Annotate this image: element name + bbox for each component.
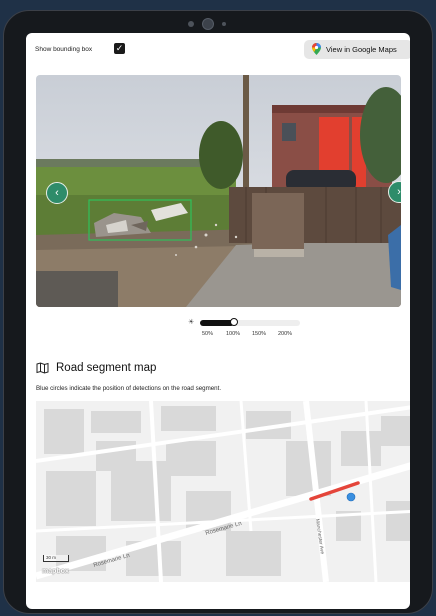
google-maps-label: View in Google Maps [326,45,397,54]
zoom-tick-label: 150% [252,331,267,337]
road-segment-map[interactable]: Rosemarie Ln Rosemarie Ln Manchester Ave… [36,401,410,582]
map-icon [36,362,49,374]
detection-marker[interactable] [346,492,356,502]
previous-image-button[interactable]: ‹ [46,182,68,204]
detection-photo: ‹ › [36,75,401,307]
google-maps-pin-icon [312,43,321,55]
map-scale: 30 m [43,555,69,562]
sensor-icon [222,22,226,26]
sensor-icon [188,21,194,27]
camera-icon [202,18,214,30]
zoom-tick-label: 100% [226,331,241,337]
tablet-frame: Show bounding box ✓ View in Google Maps [3,10,433,614]
bounding-box-label: Show bounding box [35,46,93,53]
camera-bar [4,17,432,31]
zoom-slider-area: ☀ 50% 100% 150% 200% [26,315,410,345]
checkmark-icon: ✓ [115,43,124,53]
app-screen: Show bounding box ✓ View in Google Maps [26,33,410,609]
mapbox-logo: mapbox [42,568,69,575]
brightness-icon: ☀ [188,319,195,326]
zoom-tick-label: 200% [278,331,293,337]
section-title: Road segment map [56,362,157,374]
zoom-handle[interactable] [230,318,238,326]
map-description: Blue circles indicate the position of de… [36,385,222,392]
bounding-box-checkbox[interactable]: ✓ [114,43,125,54]
zoom-fill [200,320,234,326]
chevron-right-icon: › [397,186,401,198]
privacy-blur-box [36,271,118,307]
top-bar: Show bounding box ✓ View in Google Maps [26,33,410,63]
chevron-left-icon: ‹ [55,187,59,199]
zoom-tick-label: 50% [202,331,214,337]
street-label: Manchester Ave [314,518,325,554]
map-canvas: Rosemarie Ln Rosemarie Ln Manchester Ave [36,401,410,582]
view-in-google-maps-button[interactable]: View in Google Maps [304,40,410,59]
